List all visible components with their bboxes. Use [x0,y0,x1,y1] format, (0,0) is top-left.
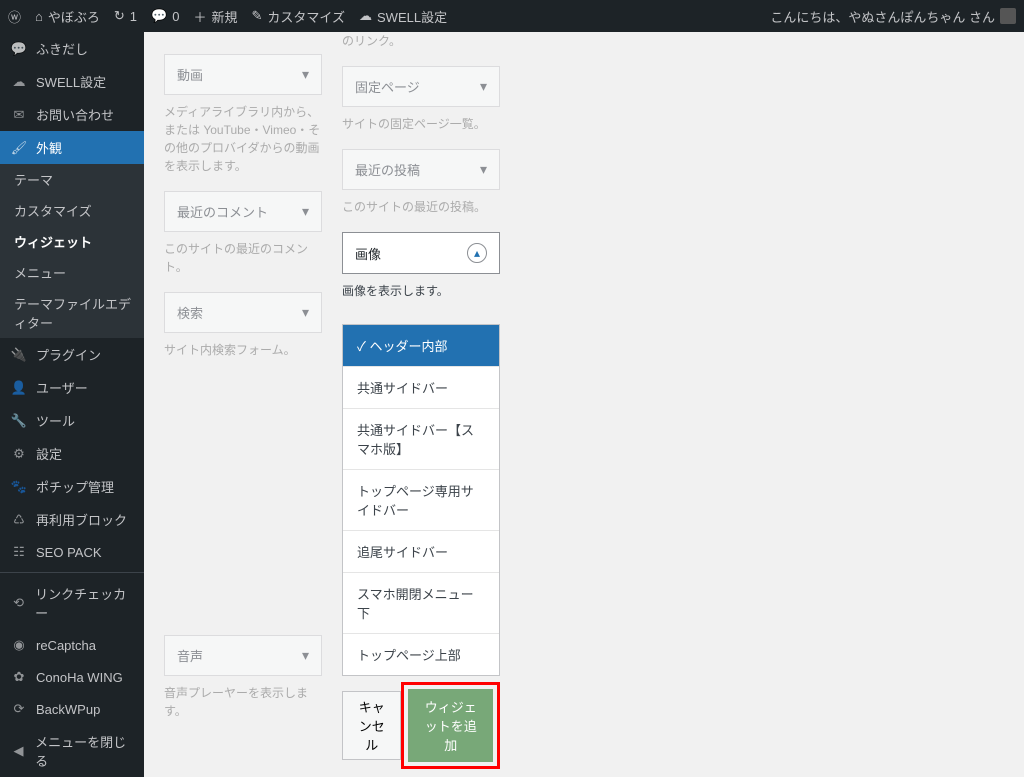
area-sticky-sidebar[interactable]: 追尾サイドバー [343,531,499,573]
chevron-down-icon: ▾ [302,66,309,83]
collapse-icon: ◀ [10,742,27,760]
widget-area-selector: ヘッダー内部 共通サイドバー 共通サイドバー【スマホ版】 トップページ専用サイド… [342,324,500,676]
customize-link[interactable]: ✎ カスタマイズ [251,7,345,26]
widget-video[interactable]: 動画▾ [164,54,322,95]
area-top-upper[interactable]: トップページ上部 [343,634,499,675]
chevron-down-icon: ▾ [302,647,309,664]
widget-pages[interactable]: 固定ページ▾ [342,66,500,107]
widget-recent-comments[interactable]: 最近のコメント▾ [164,191,322,232]
menu-linkchecker[interactable]: ⟲リンクチェッカー [0,577,144,629]
chevron-down-icon: ▾ [480,161,487,178]
widget-recent-comments-desc: このサイトの最近のコメント。 [164,236,322,292]
swell-icon: ☁ [359,8,372,24]
menu-plugins[interactable]: 🔌プラグイン [0,338,144,371]
widget-recent-posts-desc: このサイトの最近の投稿。 [342,194,500,232]
widget-audio-desc: 音声プレーヤーを表示します。 [164,680,322,736]
user-icon: 👤 [10,379,28,397]
wp-logo[interactable]: ⓦ [8,7,21,26]
widget-audio[interactable]: 音声▾ [164,635,322,676]
mail-icon: ✉ [10,106,28,124]
widget-image-desc: 画像を表示します。 [342,278,500,316]
chevron-down-icon: ▾ [302,203,309,220]
widget-search[interactable]: 検索▾ [164,292,322,333]
user-avatar [1000,8,1016,24]
speech-icon: 💬 [10,40,28,58]
paw-icon: 🐾 [10,478,28,496]
area-sp-menu-below[interactable]: スマホ開閉メニュー下 [343,573,499,634]
menu-tools[interactable]: 🔧ツール [0,404,144,437]
area-common-sidebar[interactable]: 共通サイドバー [343,367,499,409]
update-icon: ↻ [114,8,125,24]
site-home-link[interactable]: ⌂ やぼぶろ [35,7,100,26]
submenu-theme-editor[interactable]: テーマファイルエディター [0,288,144,338]
widget-prev-desc: のリンク。 [342,32,500,66]
area-header-inner[interactable]: ヘッダー内部 [343,325,499,367]
plus-icon: ＋ [193,7,206,26]
flower-icon: ✿ [10,668,28,686]
home-icon: ⌂ [35,9,43,24]
area-top-sidebar[interactable]: トップページ専用サイドバー [343,470,499,531]
menu-seopack[interactable]: ☷SEO PACK [0,536,144,568]
comment-icon: 💬 [151,8,167,24]
content-area: 動画▾ メディアライブラリ内から、または YouTube・Vimeo・その他のプ… [144,32,1024,777]
menu-collapse[interactable]: ◀メニューを閉じる [0,725,144,777]
backup-icon: ⟳ [10,700,28,718]
submenu-widgets[interactable]: ウィジェット [0,226,144,257]
widget-image[interactable]: 画像 ▴ [342,232,500,274]
new-content-link[interactable]: ＋ 新規 [193,7,237,26]
widget-recent-posts[interactable]: 最近の投稿▾ [342,149,500,190]
chevron-down-icon: ▾ [480,78,487,95]
chart-icon: ☷ [10,543,28,561]
brush-icon: 🖌 [10,139,28,157]
menu-reusable-blocks[interactable]: ♺再利用ブロック [0,503,144,536]
updates-link[interactable]: ↻ 1 [114,8,137,24]
menu-appearance[interactable]: 🖌外観 [0,131,144,164]
menu-settings[interactable]: ⚙設定 [0,437,144,470]
user-greeting[interactable]: こんにちは、やぬさんぽんちゃん さん [770,7,1016,26]
plugin-icon: 🔌 [10,346,28,364]
swell-icon: ☁ [10,73,28,91]
menu-contact[interactable]: ✉お問い合わせ [0,98,144,131]
wrench-icon: 🔧 [10,412,28,430]
shield-icon: ◉ [10,636,28,654]
recycle-icon: ♺ [10,511,28,529]
widget-video-desc: メディアライブラリ内から、または YouTube・Vimeo・その他のプロバイダ… [164,99,322,191]
widget-search-desc: サイト内検索フォーム。 [164,337,322,375]
submenu-menus[interactable]: メニュー [0,257,144,288]
menu-recaptcha[interactable]: ◉reCaptcha [0,629,144,661]
menu-conoha[interactable]: ✿ConoHa WING [0,661,144,693]
widget-column-right: のリンク。 固定ページ▾ サイトの固定ページ一覧。 最近の投稿▾ このサイトの最… [342,32,500,769]
submenu-themes[interactable]: テーマ [0,164,144,195]
brush-icon: ✎ [251,8,262,24]
add-widget-button[interactable]: ウィジェットを追加 [408,689,493,762]
appearance-submenu: テーマ カスタマイズ ウィジェット メニュー テーマファイルエディター [0,164,144,338]
menu-backwpup[interactable]: ⟳BackWPup [0,693,144,725]
link-icon: ⟲ [10,594,27,612]
chevron-down-icon: ▾ [302,304,309,321]
gear-icon: ⚙ [10,445,28,463]
widget-pages-desc: サイトの固定ページ一覧。 [342,111,500,149]
area-common-sidebar-sp[interactable]: 共通サイドバー【スマホ版】 [343,409,499,470]
cancel-button[interactable]: キャンセル [342,691,401,760]
highlight-annotation: ウィジェットを追加 [401,682,500,769]
swell-settings-link[interactable]: ☁ SWELL設定 [359,7,447,26]
submenu-customize[interactable]: カスタマイズ [0,195,144,226]
admin-sidebar: 💬ふきだし ☁SWELL設定 ✉お問い合わせ 🖌外観 テーマ カスタマイズ ウィ… [0,32,144,777]
menu-swell[interactable]: ☁SWELL設定 [0,65,144,98]
chevron-up-icon: ▴ [467,243,487,263]
widget-column-left: 動画▾ メディアライブラリ内から、または YouTube・Vimeo・その他のプ… [164,32,322,769]
menu-fukidashi[interactable]: 💬ふきだし [0,32,144,65]
menu-pochipp[interactable]: 🐾ポチップ管理 [0,470,144,503]
menu-users[interactable]: 👤ユーザー [0,371,144,404]
admin-bar: ⓦ ⌂ やぼぶろ ↻ 1 💬 0 ＋ 新規 ✎ カスタマイズ ☁ SWELL設定… [0,0,1024,32]
comments-link[interactable]: 💬 0 [151,8,179,24]
